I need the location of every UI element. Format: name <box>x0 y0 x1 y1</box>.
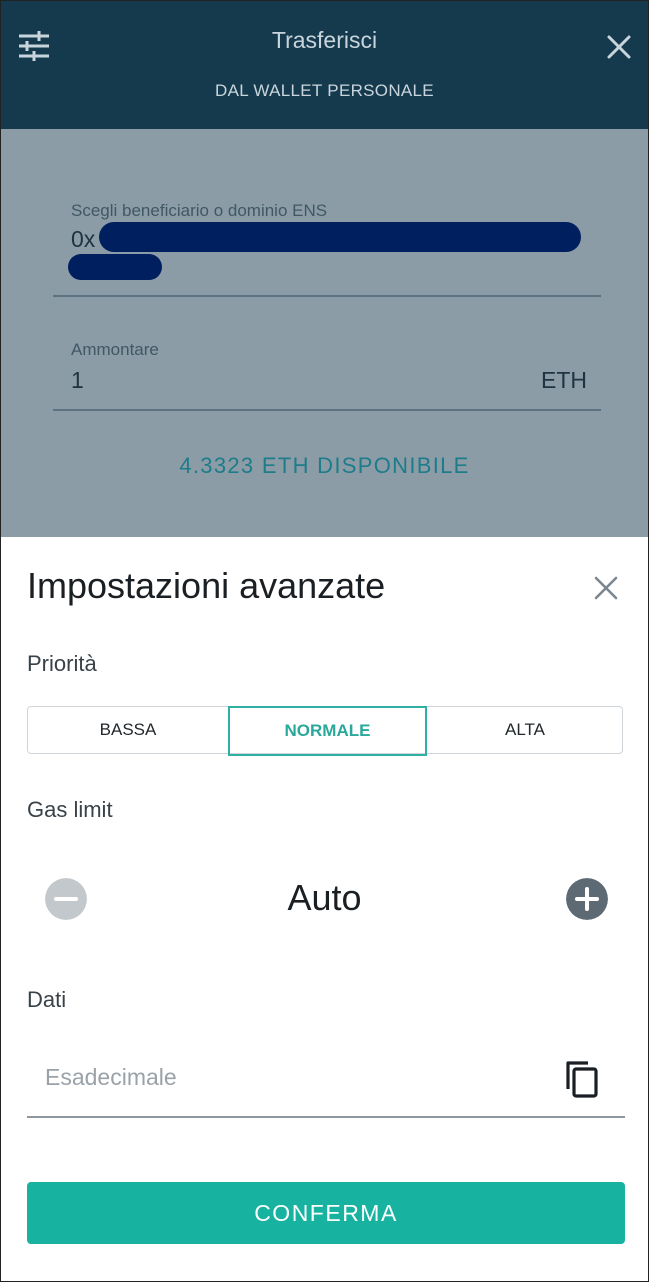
hex-data-input[interactable] <box>45 1064 545 1091</box>
page-subtitle: DAL WALLET PERSONALE <box>215 81 434 100</box>
copy-icon[interactable] <box>564 1059 600 1099</box>
page-title: Trasferisci <box>271 27 378 53</box>
priority-label: Priorità <box>27 651 97 676</box>
priority-normal-button[interactable]: NORMALE <box>228 706 427 756</box>
amount-underline <box>53 409 601 411</box>
close-icon[interactable] <box>605 33 633 61</box>
amount-input[interactable]: 1 <box>71 367 84 394</box>
data-label: Dati <box>27 987 67 1012</box>
confirm-button[interactable]: CONFERMA <box>27 1182 625 1244</box>
plus-icon[interactable] <box>566 878 608 920</box>
redacted-address-line-1 <box>99 222 581 252</box>
amount-unit: ETH <box>541 367 587 393</box>
sheet-title: Impostazioni avanzate <box>27 565 386 606</box>
priority-low-button[interactable]: BASSA <box>28 707 228 753</box>
recipient-prefix[interactable]: 0x <box>71 226 95 253</box>
gas-limit-value: Auto <box>287 877 362 918</box>
recipient-label: Scegli beneficiario o dominio ENS <box>71 201 328 220</box>
available-balance[interactable]: 4.3323 ETH DISPONIBILE <box>1 453 648 479</box>
redacted-address-line-2 <box>68 254 162 280</box>
screen: Trasferisci DAL WALLET PERSONALE Scegli … <box>0 0 649 1282</box>
transfer-form: Scegli beneficiario o dominio ENS 0x Amm… <box>1 129 648 537</box>
recipient-underline <box>53 295 601 297</box>
amount-label: Ammontare <box>71 340 159 359</box>
close-icon[interactable] <box>593 575 619 601</box>
advanced-settings-sheet: Impostazioni avanzate Priorità BASSA NOR… <box>1 537 648 1281</box>
priority-selector: BASSA NORMALE ALTA <box>27 706 623 756</box>
data-underline <box>27 1116 625 1118</box>
app-header: Trasferisci DAL WALLET PERSONALE <box>1 1 648 129</box>
gas-limit-label: Gas limit <box>27 797 113 822</box>
priority-high-button[interactable]: ALTA <box>427 707 623 753</box>
